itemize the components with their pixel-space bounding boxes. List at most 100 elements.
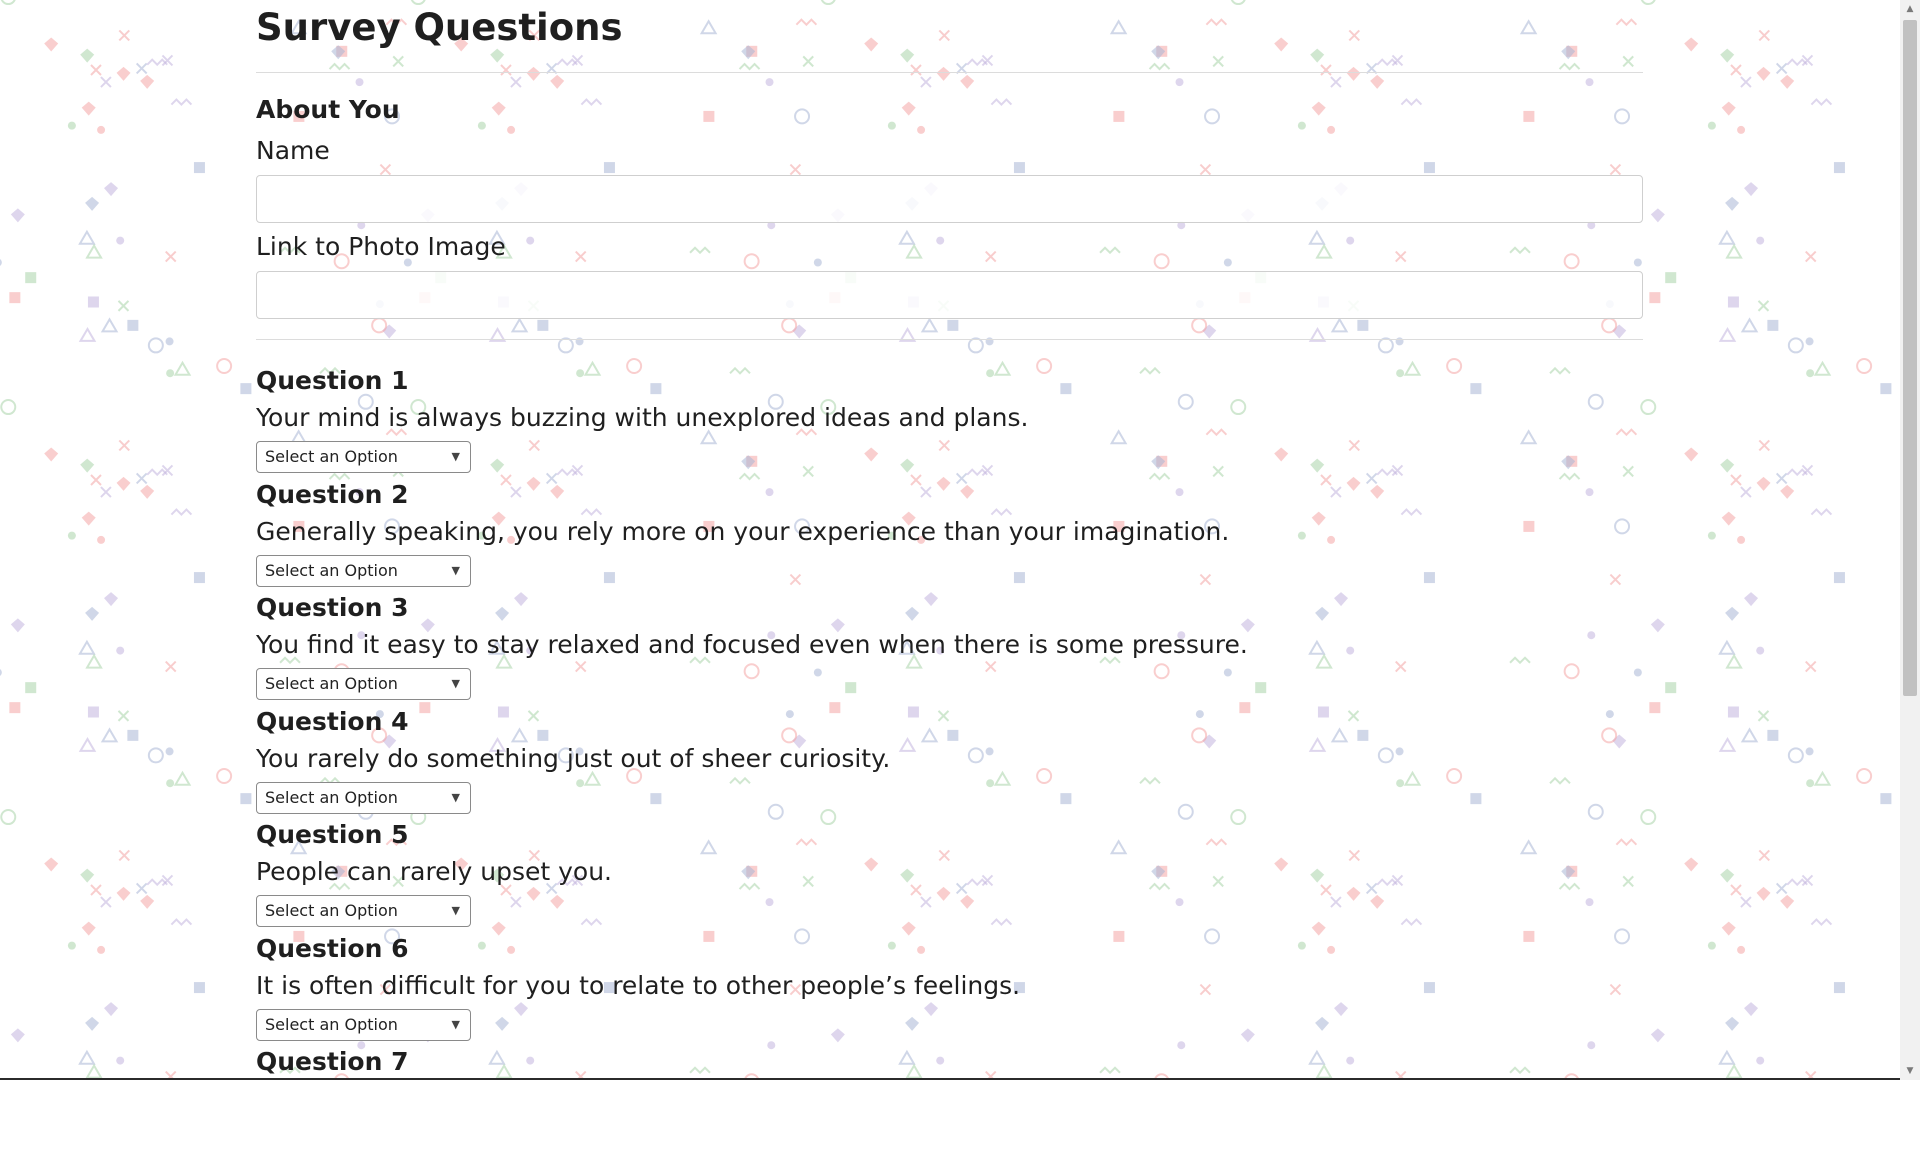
question-title: Question 1 (256, 366, 409, 395)
pattern-shape (10, 618, 25, 633)
question-title: Question 6 (256, 933, 409, 963)
triangle-down-icon: ▼ (451, 790, 460, 804)
pattern-shape (1787, 337, 1804, 354)
pattern-shape (90, 64, 102, 76)
pattern-shape (1775, 882, 1788, 895)
pattern-shape (1758, 29, 1770, 42)
pattern-shape (85, 1016, 100, 1031)
pattern-shape (1650, 1028, 1665, 1043)
answer-select[interactable]: Select an Option ▼ (256, 554, 471, 587)
pattern-shape (87, 706, 99, 718)
pattern-shape (1744, 592, 1759, 607)
pattern-shape (1810, 508, 1833, 516)
pattern-shape (1810, 918, 1833, 926)
question-title: Question 4 (256, 706, 409, 736)
pattern-shape (1757, 710, 1770, 722)
pattern-shape (1730, 884, 1742, 896)
triangle-down-icon: ▼ (451, 904, 460, 917)
pattern-shape (165, 747, 174, 756)
pattern-shape (100, 317, 119, 333)
pattern-shape (1757, 300, 1770, 312)
pattern-shape (1730, 474, 1742, 486)
pattern-shape (78, 326, 97, 342)
pattern-shape (1737, 535, 1746, 544)
pattern-shape (216, 358, 233, 375)
answer-select[interactable]: Select an Option ▼ (256, 668, 471, 700)
triangle-down-icon: ▼ (451, 1017, 460, 1031)
pattern-shape (165, 337, 174, 346)
answer-select-value: Select an Option (265, 674, 398, 693)
answer-select[interactable]: Select an Option ▼ (256, 895, 471, 927)
answer-select-value: Select an Option (265, 1014, 398, 1034)
pattern-shape (1767, 729, 1779, 741)
pattern-shape (0, 669, 2, 676)
pattern-shape (9, 702, 21, 714)
pattern-shape (78, 229, 96, 245)
pattern-shape (1744, 182, 1759, 197)
pattern-shape (1737, 125, 1746, 134)
pattern-shape (193, 982, 205, 994)
triangle-up-icon[interactable]: ▲ (1900, 0, 1920, 18)
pattern-shape (1758, 849, 1770, 862)
triangle-down-icon[interactable]: ▼ (1900, 1062, 1920, 1080)
question-text: You find it easy to stay relaxed and foc… (256, 630, 1248, 659)
pattern-shape (165, 250, 177, 263)
pattern-shape (78, 736, 97, 752)
question-item: Question 1 Your mind is always buzzing w… (256, 364, 1643, 478)
pattern-shape (1833, 982, 1845, 994)
pattern-shape (1805, 337, 1814, 346)
pattern-shape (1725, 653, 1743, 669)
pattern-shape (1740, 76, 1752, 88)
photo-link-input[interactable] (256, 271, 1643, 319)
pattern-shape (117, 710, 130, 722)
pattern-shape (97, 535, 106, 544)
pattern-shape (170, 508, 193, 516)
pattern-shape (100, 896, 112, 908)
pattern-shape (85, 606, 100, 621)
question-item: Question 7 (256, 1045, 1643, 1159)
pattern-shape (1721, 511, 1736, 526)
pattern-shape (118, 29, 130, 42)
pattern-shape (44, 857, 59, 872)
pattern-shape (80, 48, 95, 63)
pattern-shape (240, 793, 252, 805)
answer-select[interactable]: Select an Option ▼ (256, 781, 471, 814)
question-text: Your mind is always buzzing with unexplo… (256, 403, 1029, 432)
pattern-shape (1718, 639, 1736, 655)
pattern-shape (216, 768, 233, 785)
pattern-shape (100, 486, 112, 498)
pattern-shape (85, 196, 100, 211)
question-item: Question 4 You rarely do something just … (256, 705, 1643, 819)
question-list: Question 1 Your mind is always buzzing w… (256, 364, 1643, 1159)
answer-select-value: Select an Option (265, 447, 398, 466)
pattern-shape (1740, 317, 1759, 333)
pattern-shape (140, 484, 155, 499)
pattern-shape (25, 682, 37, 694)
pattern-shape (1737, 945, 1746, 954)
question-text: Generally speaking, you rely more on you… (256, 516, 1230, 546)
about-heading: About You (256, 95, 400, 124)
pattern-shape (1813, 360, 1832, 376)
question-text (256, 1079, 1643, 1119)
pattern-shape (166, 779, 175, 788)
name-input[interactable] (256, 175, 1643, 223)
pattern-shape (1640, 399, 1657, 416)
pattern-shape (80, 458, 95, 473)
pattern-shape (0, 0, 16, 6)
pattern-shape (1707, 531, 1716, 540)
question-text: You rarely do something just out of shee… (256, 743, 891, 773)
pattern-shape (1806, 779, 1815, 788)
pattern-shape (1780, 894, 1795, 909)
answer-select[interactable]: Select an Option ▼ (256, 1008, 471, 1041)
photo-link-label: Link to Photo Image (256, 232, 506, 261)
answer-select[interactable]: Select an Option ▼ (256, 441, 471, 473)
pattern-shape (1727, 296, 1739, 308)
scrollbar-thumb[interactable] (1903, 20, 1917, 696)
pattern-shape (1707, 121, 1716, 130)
pattern-shape (1780, 74, 1795, 89)
pattern-shape (80, 868, 95, 883)
pattern-shape (90, 884, 102, 896)
page-scrollbar[interactable]: ▲ ▼ (1900, 0, 1920, 1080)
pattern-shape (104, 592, 119, 607)
title-divider (256, 72, 1643, 73)
